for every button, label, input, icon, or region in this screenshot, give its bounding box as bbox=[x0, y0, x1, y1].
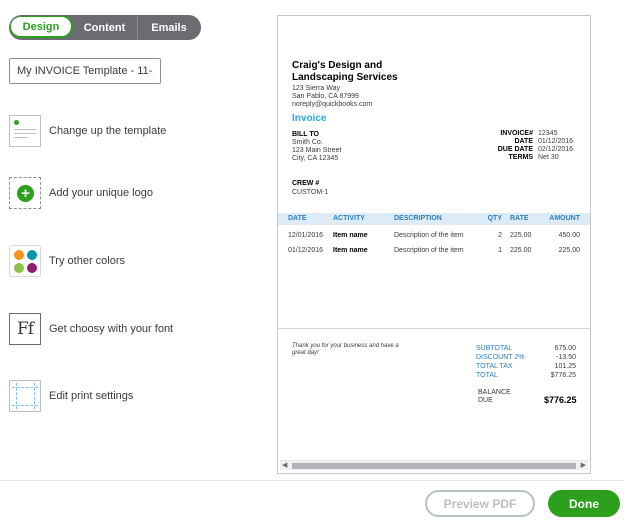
tab-emails[interactable]: Emails bbox=[138, 16, 200, 39]
footer-divider bbox=[0, 480, 624, 481]
balance-due-amount: $776.25 bbox=[544, 395, 577, 405]
option-font[interactable]: Ff Get choosy with your font bbox=[9, 312, 269, 346]
preview-pdf-button[interactable]: Preview PDF bbox=[425, 490, 535, 517]
option-print-settings[interactable]: Edit print settings bbox=[9, 379, 269, 413]
invoice-meta: INVOICE# 12345 DATE 01/12/2016 DUE DATE 02/… bbox=[497, 130, 574, 161]
scroll-left-icon[interactable]: ◀ bbox=[282, 461, 287, 471]
print-settings-icon bbox=[9, 380, 41, 412]
divider bbox=[278, 328, 590, 329]
option-label: Edit print settings bbox=[49, 390, 134, 402]
bill-to: BILL TO Smith Co. 123 Main Street City, … bbox=[292, 131, 342, 162]
horizontal-scrollbar[interactable]: ◀ ▶ bbox=[280, 460, 588, 470]
invoice-preview[interactable]: Craig's Design and Landscaping Services … bbox=[277, 15, 591, 474]
add-logo-icon: + bbox=[9, 177, 41, 209]
font-icon: Ff bbox=[9, 313, 41, 345]
line-items-header: DATE ACTIVITY DESCRIPTION QTY RATE AMOUN… bbox=[278, 213, 590, 225]
option-label: Get choosy with your font bbox=[49, 323, 174, 335]
tab-design[interactable]: Design bbox=[10, 16, 73, 38]
option-label: Add your unique logo bbox=[49, 187, 153, 199]
template-name-input[interactable] bbox=[9, 58, 161, 84]
option-label: Try other colors bbox=[49, 255, 126, 267]
line-item-row: 12/01/2016 Item name Description of the … bbox=[288, 232, 580, 239]
invoice-title: Invoice bbox=[292, 113, 327, 124]
scrollbar-thumb[interactable] bbox=[292, 463, 576, 469]
thank-you-note: Thank you for your business and have a g… bbox=[292, 343, 399, 356]
option-add-logo[interactable]: + Add your unique logo bbox=[9, 176, 269, 210]
balance-due-label: BALANCE DUE bbox=[478, 389, 511, 404]
company-name: Craig's Design and Landscaping Services bbox=[292, 60, 398, 83]
invoice-totals: SUBTOTAL 675.00 DISCOUNT 2% -13.50 TOTAL T… bbox=[476, 345, 576, 379]
line-item-row: 01/12/2016 Item name Description of the … bbox=[288, 247, 580, 254]
done-button[interactable]: Done bbox=[548, 490, 620, 517]
company-address: 123 Sierra Way San Pablo, CA 87999 norep… bbox=[292, 85, 373, 108]
color-palette-icon bbox=[9, 245, 41, 277]
scroll-right-icon[interactable]: ▶ bbox=[581, 461, 586, 471]
option-colors[interactable]: Try other colors bbox=[9, 244, 269, 278]
crew-number: CREW # CUSTOM-1 bbox=[292, 180, 329, 196]
tab-group: Design Content Emails bbox=[9, 15, 201, 40]
option-change-template[interactable]: Change up the template bbox=[9, 114, 269, 148]
tab-content[interactable]: Content bbox=[72, 16, 138, 39]
template-icon bbox=[9, 115, 41, 147]
option-label: Change up the template bbox=[49, 125, 167, 137]
